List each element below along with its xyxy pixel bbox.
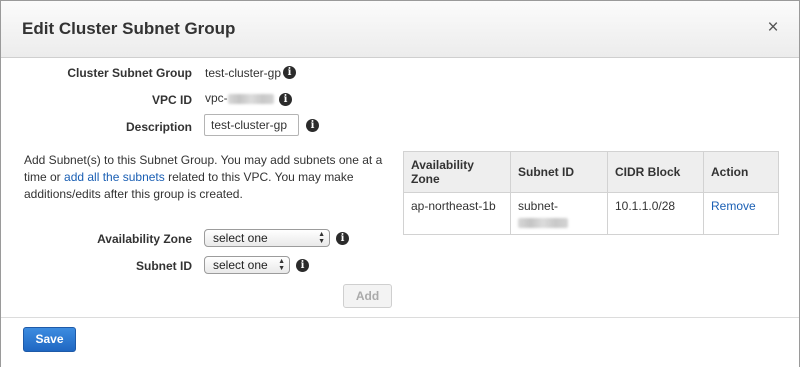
cluster-subnet-group-label: Cluster Subnet Group (67, 66, 192, 80)
info-icon[interactable]: i (296, 259, 309, 272)
availability-zone-select-value: select one (213, 231, 268, 245)
add-all-subnets-link[interactable]: add all the subnets (64, 170, 165, 184)
availability-zone-label: Availability Zone (97, 232, 192, 246)
save-button[interactable]: Save (23, 327, 76, 352)
remove-subnet-link[interactable]: Remove (711, 199, 756, 213)
column-header-availability-zone: Availability Zone (403, 151, 511, 193)
dialog-title: Edit Cluster Subnet Group (22, 19, 236, 38)
info-icon[interactable]: i (336, 232, 349, 245)
table-header-row: Availability Zone Subnet ID CIDR Block A… (403, 151, 779, 193)
column-header-action: Action (703, 151, 779, 193)
table-row: ap-northeast-1b subnet- 10.1.1.0/28 Remo… (403, 192, 779, 235)
description-label: Description (125, 120, 192, 134)
vpc-id-label: VPC ID (151, 93, 192, 107)
chevron-up-down-icon: ▲ ▼ (318, 231, 325, 245)
subnet-id-prefix: subnet- (518, 199, 559, 213)
close-icon[interactable]: × (763, 18, 783, 38)
info-icon[interactable]: i (279, 93, 292, 106)
redacted-subnet-id (518, 217, 568, 228)
cluster-subnet-group-value: test-cluster-gp (205, 66, 282, 80)
cell-subnet-id: subnet- (510, 192, 608, 235)
vpc-id-value: vpc- (205, 91, 274, 105)
dialog-footer: Save (1, 317, 799, 367)
cell-action: Remove (703, 192, 779, 235)
dialog-header: Edit Cluster Subnet Group × (1, 1, 799, 58)
chevron-up-down-icon: ▲ ▼ (278, 258, 285, 272)
cell-availability-zone: ap-northeast-1b (403, 192, 511, 235)
redacted-vpc-id (227, 93, 274, 104)
subnet-id-select-value: select one (213, 258, 268, 272)
vpc-id-prefix: vpc- (205, 91, 228, 105)
subnets-table: Availability Zone Subnet ID CIDR Block A… (403, 151, 779, 235)
info-icon[interactable]: i (283, 66, 296, 79)
add-subnets-description: Add Subnet(s) to this Subnet Group. You … (24, 152, 399, 203)
subnet-id-select[interactable]: select one ▲ ▼ (204, 256, 290, 274)
add-subnet-button[interactable]: Add (343, 284, 392, 308)
column-header-subnet-id: Subnet ID (510, 151, 608, 193)
column-header-cidr-block: CIDR Block (607, 151, 704, 193)
availability-zone-select[interactable]: select one ▲ ▼ (204, 229, 330, 247)
description-field[interactable]: test-cluster-gp (204, 114, 299, 136)
subnet-id-label: Subnet ID (136, 259, 192, 273)
info-icon[interactable]: i (306, 119, 319, 132)
cell-cidr-block: 10.1.1.0/28 (607, 192, 704, 235)
edit-cluster-subnet-group-dialog: Edit Cluster Subnet Group × Cluster Subn… (0, 0, 800, 367)
